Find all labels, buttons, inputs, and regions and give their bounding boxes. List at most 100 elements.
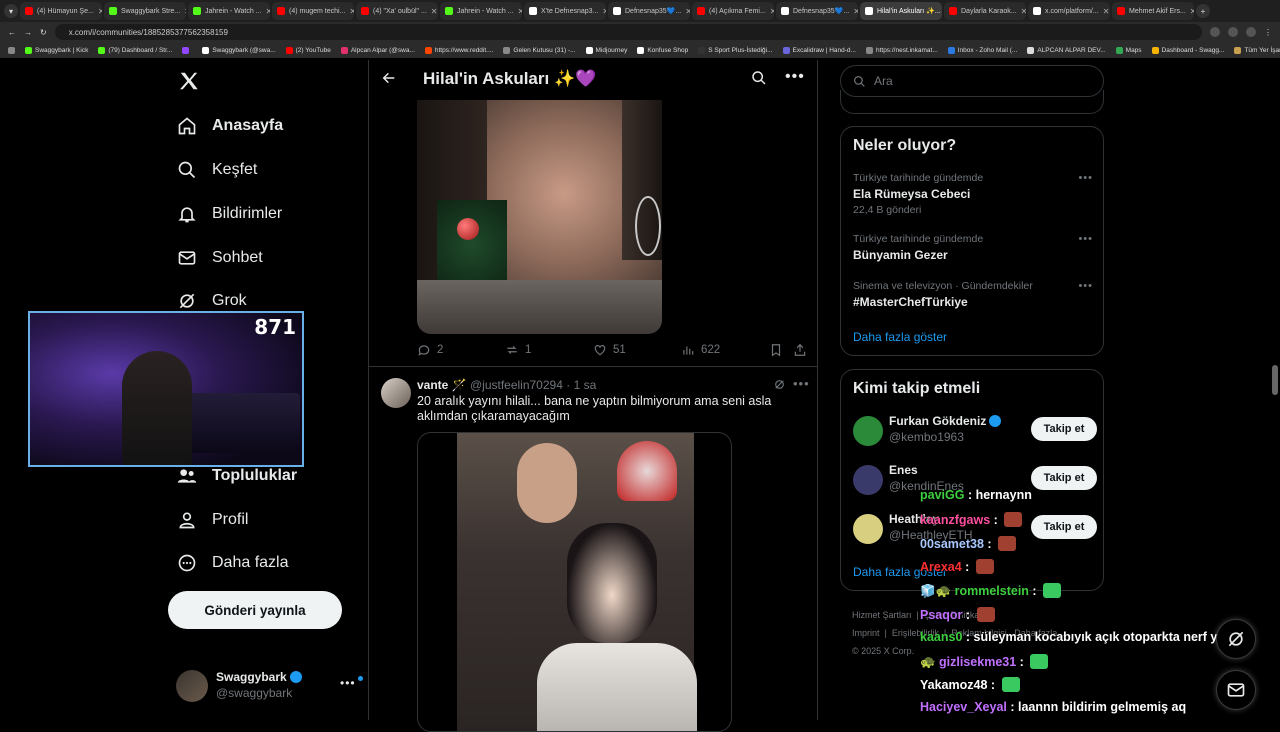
bookmark-item[interactable]: Dashboard - Swagg... [1151,46,1224,54]
forward-nav-icon[interactable]: → [24,28,32,37]
back-arrow-icon[interactable] [381,70,397,91]
close-tab-icon[interactable]: ✕ [184,7,186,16]
chat-username[interactable]: Psaqor [920,608,962,622]
grok-explain-icon[interactable] [773,378,786,394]
avatar[interactable] [381,378,411,408]
x-logo-icon[interactable] [178,70,200,92]
like-button[interactable]: 51 [593,343,626,357]
trend-item[interactable]: Türkiye tarihinde gündemde Ela Rümeysa C… [853,172,1093,216]
close-tab-icon[interactable]: ✕ [98,7,102,16]
bookmark-item[interactable]: Alpcan Alpar (@swa... [340,46,415,54]
grok-floating-button[interactable] [1216,619,1256,659]
bookmark-item[interactable] [182,46,192,54]
trend-more-icon[interactable]: ••• [1078,280,1093,292]
follow-button[interactable]: Takip et [1031,466,1097,490]
bookmark-item[interactable]: ALPCAN ALPAR DEV... [1027,46,1106,54]
bookmark-item[interactable]: https://www.reddit.... [424,46,493,54]
url-field[interactable]: x.com/i/communities/1885285377562358159 [54,24,1202,40]
back-nav-icon[interactable]: ← [8,28,16,37]
tweet-image[interactable] [417,100,662,334]
browser-tab[interactable]: (4) Hümayun Şe... ✕ [20,2,102,20]
profile-icon[interactable] [1246,27,1256,37]
browser-tab[interactable]: Hilal'in Askuları ✨...✕ [860,2,942,20]
tweet-time[interactable]: · 1 sa [566,378,596,392]
search-icon[interactable] [751,70,767,91]
close-tab-icon[interactable]: ✕ [266,7,270,16]
bookmark-item[interactable]: Excalidraw | Hand-d... [782,46,856,54]
close-tab-icon[interactable]: ✕ [853,7,858,16]
browser-tab[interactable]: Defnesnap35💙... ✕ [608,2,690,20]
trend-more-icon[interactable]: ••• [1078,233,1093,245]
close-tab-icon[interactable]: ✕ [1103,7,1110,16]
browser-tab[interactable]: X'te Defnesnap3... ✕ [524,2,606,20]
trends-show-more[interactable]: Daha fazla göster [853,330,947,344]
more-options-icon[interactable]: ••• [785,68,805,86]
browser-tab[interactable]: Jahrein - Watch ... ✕ [188,2,270,20]
trend-item[interactable]: Türkiye tarihinde gündemde Bünyamin Geze… [853,233,1093,262]
new-tab-icon[interactable]: + [1196,4,1210,18]
chat-username[interactable]: 00samet38 [920,537,984,551]
browser-tab[interactable]: (4) "Xa' oulbül" ... ✕ [356,2,438,20]
bookmark-item[interactable]: Inbox - Zoho Mail (... [947,46,1017,54]
avatar[interactable] [853,416,883,446]
trend-more-icon[interactable]: ••• [1078,172,1093,184]
account-more-icon[interactable]: ••• [340,676,356,690]
all-bookmarks-folder[interactable]: Tüm Yer İşaretleri [1234,46,1280,54]
extension-icon[interactable] [1210,27,1220,37]
browser-tab[interactable]: (4) mugem techi... ✕ [272,2,354,20]
bookmark-item[interactable]: https://nest.inkamat... [865,46,938,54]
bookmark-item[interactable]: (79) Dashboard / Str... [98,46,172,54]
bookmark-item[interactable]: (2) YouTube [285,46,331,54]
avatar[interactable] [853,465,883,495]
avatar[interactable] [853,514,883,544]
follow-suggestion[interactable]: Furkan Gökdeniz @kembo1963 Takip et [853,414,1097,450]
account-switcher[interactable]: Swaggybark @swaggybark ••• [176,668,363,704]
close-tab-icon[interactable]: ✕ [1021,7,1026,16]
chat-username[interactable]: rommelstein [955,584,1029,598]
nav-home[interactable]: Anasayfa [176,112,283,140]
nav-messages[interactable]: Sohbet [176,244,263,272]
repost-button[interactable]: 1 [505,343,531,357]
nav-profile[interactable]: Profil [176,506,248,534]
author-name[interactable]: vante 🪄 [417,378,467,392]
page-scrollbar[interactable] [1272,365,1278,395]
chat-username[interactable]: Yakamoz48 [920,678,987,692]
chat-username[interactable]: kaanzfgaws [920,513,990,527]
bookmark-item[interactable]: Midjourney [585,46,627,54]
tweet-more-icon[interactable]: ••• [793,376,810,391]
bookmark-item[interactable]: Konfuse Shop [637,46,688,54]
close-tab-icon[interactable]: ✕ [431,7,438,16]
browser-tab[interactable]: Swaggybark Stre...✕ [104,2,186,20]
close-tab-icon[interactable]: ✕ [518,7,522,16]
close-tab-icon[interactable]: ✕ [602,7,606,16]
chat-username[interactable]: kaans0 [920,630,962,644]
bookmark-item[interactable]: Maps [1115,46,1142,54]
share-icon[interactable] [793,343,807,357]
browser-tab[interactable]: (4) Açıkma Femi... ✕ [692,2,774,20]
bookmark-item[interactable]: Swaggybark | Kick [25,46,88,54]
menu-icon[interactable]: ⋮ [1264,28,1272,37]
close-tab-icon[interactable]: ✕ [1190,7,1194,16]
search-input[interactable]: Ara [840,65,1104,97]
close-tab-icon[interactable]: ✕ [770,7,774,16]
bookmark-icon[interactable] [769,343,783,357]
reply-button[interactable]: 2 [417,343,443,357]
follow-button[interactable]: Takip et [1031,515,1097,539]
extension-icon[interactable] [1228,27,1238,37]
nav-explore[interactable]: Keşfet [176,156,257,184]
footer-link[interactable]: Imprint [852,628,880,638]
chat-username[interactable]: gizlisekme31 [939,655,1016,669]
trend-item[interactable]: Sinema ve televizyon · Gündemdekiler #Ma… [853,280,1093,309]
bookmark-item[interactable]: Swaggybark (@swa... [202,46,276,54]
close-tab-icon[interactable]: ✕ [349,7,354,16]
browser-tab[interactable]: Daylarla Karaok... ✕ [944,2,1026,20]
follow-button[interactable]: Takip et [1031,417,1097,441]
close-tab-icon[interactable]: ✕ [685,7,690,16]
nav-notifications[interactable]: Bildirimler [176,200,282,228]
messages-floating-button[interactable] [1216,670,1256,710]
browser-tab[interactable]: Defnesnap35💙... ✕ [776,2,858,20]
tab-search-icon[interactable]: ▾ [4,4,18,18]
browser-tab[interactable]: Mehmet Akif Ers... ✕ [1112,2,1194,20]
footer-link[interactable]: Hizmet Şartları [852,610,912,620]
chat-username[interactable]: Arexa4 [920,560,962,574]
